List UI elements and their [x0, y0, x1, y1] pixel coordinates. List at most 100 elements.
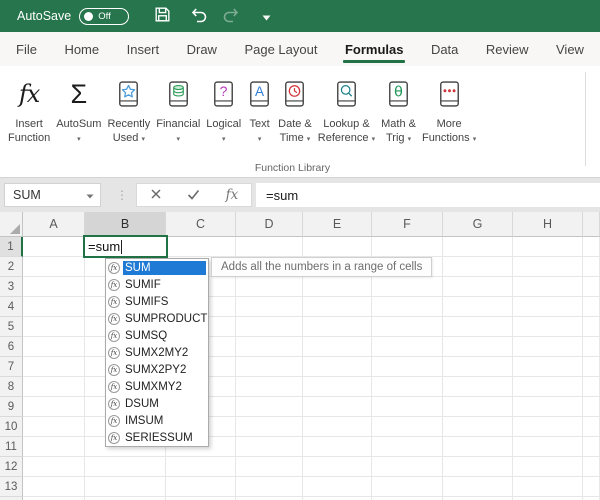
- grid-cell-G5[interactable]: [443, 317, 513, 337]
- grid-cell[interactable]: [583, 437, 600, 457]
- grid-cell-E12[interactable]: [303, 457, 372, 477]
- grid-cell-G8[interactable]: [443, 377, 513, 397]
- grid-cell-F5[interactable]: [372, 317, 443, 337]
- save-button[interactable]: [153, 5, 172, 27]
- grid-cell-F3[interactable]: [372, 277, 443, 297]
- tab-review[interactable]: Review: [484, 34, 531, 65]
- tab-view[interactable]: View: [554, 34, 586, 65]
- grid-cell-D12[interactable]: [236, 457, 303, 477]
- grid-cell-E9[interactable]: [303, 397, 372, 417]
- grid-cell-F13[interactable]: [372, 477, 443, 497]
- grid-cell-G13[interactable]: [443, 477, 513, 497]
- grid-cell-D11[interactable]: [236, 437, 303, 457]
- insert-function-button[interactable]: fx: [226, 187, 239, 203]
- active-cell-editor[interactable]: =sum: [83, 235, 168, 258]
- grid-cell-G11[interactable]: [443, 437, 513, 457]
- row-header-8[interactable]: 8: [0, 377, 23, 397]
- autocomplete-item-sumif[interactable]: fxSUMIF: [106, 276, 208, 293]
- row-header-1[interactable]: 1: [0, 237, 23, 257]
- grid-cell-D8[interactable]: [236, 377, 303, 397]
- ribbon-item-autosum[interactable]: ΣAutoSum ▾: [53, 74, 104, 148]
- autocomplete-item-sumx2my2[interactable]: fxSUMX2MY2: [106, 344, 208, 361]
- autocomplete-item-sum[interactable]: fxSUM: [106, 259, 208, 276]
- grid-cell-D3[interactable]: [236, 277, 303, 297]
- row-header-4[interactable]: 4: [0, 297, 23, 317]
- column-header-H[interactable]: H: [513, 212, 583, 237]
- grid-cell-E7[interactable]: [303, 357, 372, 377]
- grid-cell-A1[interactable]: [23, 237, 85, 257]
- grid-cell-D9[interactable]: [236, 397, 303, 417]
- grid-cell-A11[interactable]: [23, 437, 85, 457]
- grid-cell-A10[interactable]: [23, 417, 85, 437]
- autocomplete-item-sumifs[interactable]: fxSUMIFS: [106, 293, 208, 310]
- autocomplete-item-dsum[interactable]: fxDSUM: [106, 395, 208, 412]
- column-header-D[interactable]: D: [236, 212, 303, 237]
- grid-cell-F12[interactable]: [372, 457, 443, 477]
- ribbon-item-logical[interactable]: ?Logical ▾: [203, 74, 244, 148]
- grid-cell-H6[interactable]: [513, 337, 583, 357]
- grid-cell-E13[interactable]: [303, 477, 372, 497]
- row-header-12[interactable]: 12: [0, 457, 23, 477]
- grid-cell-G4[interactable]: [443, 297, 513, 317]
- grid-cell-E6[interactable]: [303, 337, 372, 357]
- grid-cell-B13[interactable]: [85, 477, 166, 497]
- row-header-11[interactable]: 11: [0, 437, 23, 457]
- grid-cell-D10[interactable]: [236, 417, 303, 437]
- grid-cell-F1[interactable]: [372, 237, 443, 257]
- ribbon-item-financial[interactable]: Financial ▾: [153, 74, 203, 148]
- autocomplete-item-sumx2py2[interactable]: fxSUMX2PY2: [106, 361, 208, 378]
- grid-cell-C12[interactable]: [166, 457, 236, 477]
- tab-formulas[interactable]: Formulas: [343, 34, 406, 65]
- grid-cell[interactable]: [583, 457, 600, 477]
- grid-cell[interactable]: [583, 417, 600, 437]
- grid-cell-G2[interactable]: [443, 257, 513, 277]
- grid-cell-E4[interactable]: [303, 297, 372, 317]
- grid-cell-A2[interactable]: [23, 257, 85, 277]
- grid-cell-A4[interactable]: [23, 297, 85, 317]
- grid-cell-F10[interactable]: [372, 417, 443, 437]
- grid-cell[interactable]: [583, 397, 600, 417]
- quick-access-menu-button[interactable]: [262, 9, 271, 24]
- enter-button[interactable]: [187, 188, 200, 203]
- grid-cell[interactable]: [583, 277, 600, 297]
- grid-cell-A6[interactable]: [23, 337, 85, 357]
- grid-cell[interactable]: [583, 357, 600, 377]
- grid-cell-F4[interactable]: [372, 297, 443, 317]
- grid-cell-D13[interactable]: [236, 477, 303, 497]
- grid-cell[interactable]: [583, 377, 600, 397]
- column-header-E[interactable]: E: [303, 212, 372, 237]
- grid-cell-G10[interactable]: [443, 417, 513, 437]
- grid-cell-H13[interactable]: [513, 477, 583, 497]
- grid-cell-H12[interactable]: [513, 457, 583, 477]
- grid-cell[interactable]: [583, 237, 600, 257]
- grid-cell-H10[interactable]: [513, 417, 583, 437]
- grid-cell[interactable]: [583, 297, 600, 317]
- ribbon-item-math-trig[interactable]: θMath &Trig ▾: [378, 74, 419, 148]
- autocomplete-item-sumxmy2[interactable]: fxSUMXMY2: [106, 378, 208, 395]
- ribbon-item-text[interactable]: AText ▾: [244, 74, 275, 148]
- grid-cell-E3[interactable]: [303, 277, 372, 297]
- grid-cell-A13[interactable]: [23, 477, 85, 497]
- tab-file[interactable]: File: [14, 34, 39, 65]
- ribbon-item-recently-used[interactable]: RecentlyUsed ▾: [104, 74, 153, 148]
- column-header-C[interactable]: C: [166, 212, 236, 237]
- row-header-7[interactable]: 7: [0, 357, 23, 377]
- grid-cell-E1[interactable]: [303, 237, 372, 257]
- autosave-toggle[interactable]: Off: [79, 8, 129, 25]
- row-header-13[interactable]: 13: [0, 477, 23, 497]
- grid-cell[interactable]: [583, 317, 600, 337]
- column-header-A[interactable]: A: [23, 212, 85, 237]
- ribbon-item-date-time[interactable]: Date &Time ▾: [275, 74, 315, 148]
- grid-cell-E8[interactable]: [303, 377, 372, 397]
- grid-cell-G6[interactable]: [443, 337, 513, 357]
- ribbon-item-lookup-reference[interactable]: Lookup &Reference ▾: [315, 74, 378, 148]
- grid-cell[interactable]: [583, 337, 600, 357]
- grid-cell-D6[interactable]: [236, 337, 303, 357]
- grid-cell-C1[interactable]: [166, 237, 236, 257]
- grid-cell-A12[interactable]: [23, 457, 85, 477]
- autocomplete-item-sumsq[interactable]: fxSUMSQ: [106, 327, 208, 344]
- ribbon-item-insert-function[interactable]: fxInsertFunction: [5, 74, 53, 148]
- grid-cell-D5[interactable]: [236, 317, 303, 337]
- grid-cell-F9[interactable]: [372, 397, 443, 417]
- grid-cell-H3[interactable]: [513, 277, 583, 297]
